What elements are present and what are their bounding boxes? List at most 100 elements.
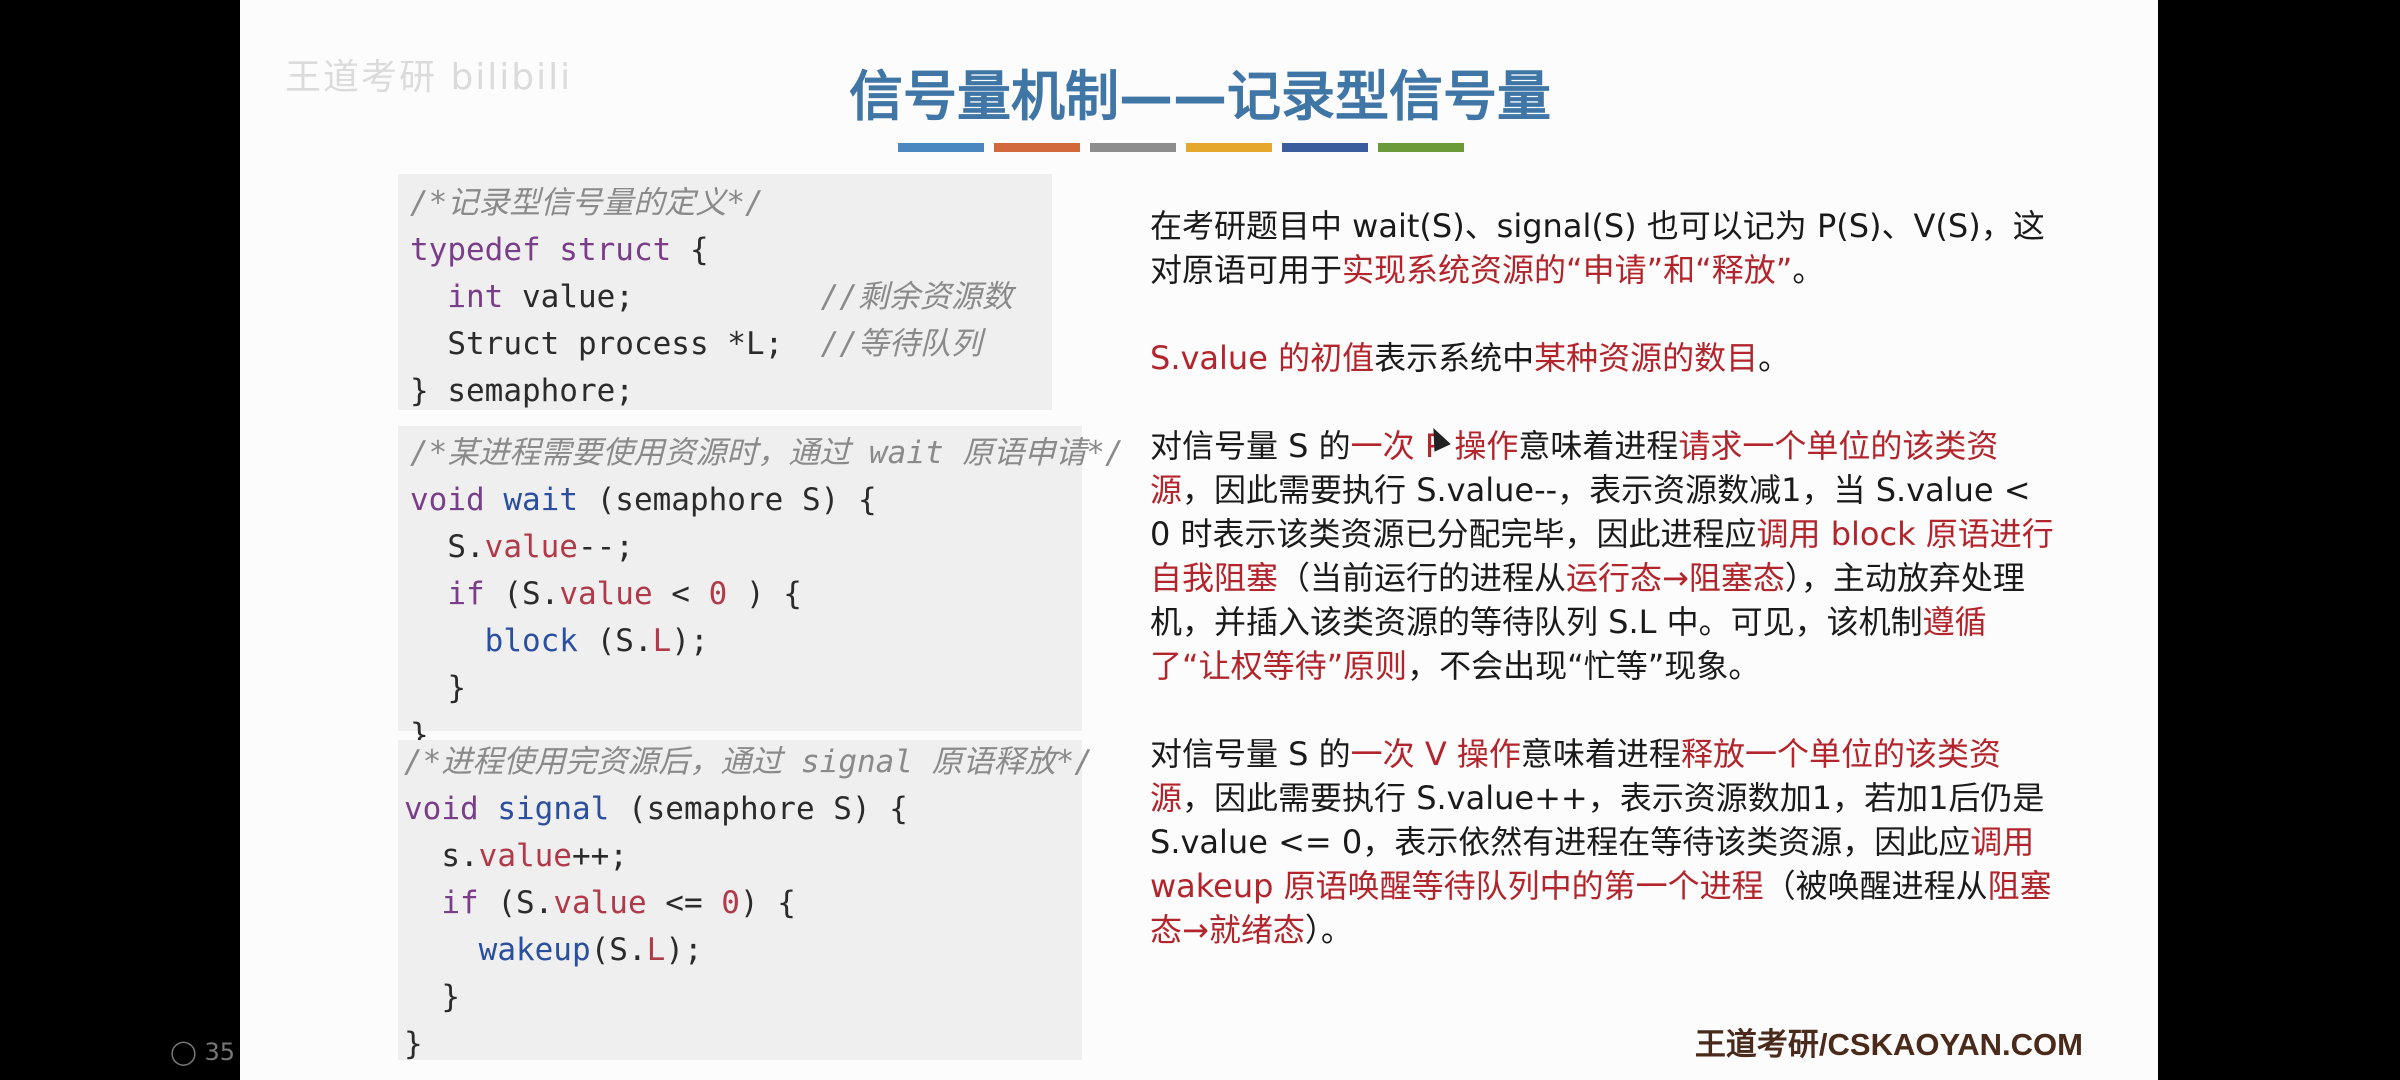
slide: 王道考研 bilibili 信号量机制——记录型信号量 /*记录型信号量的定义*…: [240, 0, 2158, 1080]
code-token: value: [484, 529, 578, 565]
code-token: }: [404, 979, 460, 1015]
explanation-paragraph: 在考研题目中 wait(S)、signal(S) 也可以记为 P(S)、V(S)…: [1150, 204, 2060, 292]
code-token: if: [447, 576, 485, 612]
code-token: typedef struct: [410, 232, 672, 268]
code-token: /*进程使用完资源后，通过 signal 原语释放*/: [404, 744, 1093, 780]
code-token: L: [646, 932, 666, 968]
code-token: (S.: [590, 932, 647, 968]
code-line: /*某进程需要使用资源时，通过 wait 原语申请*/: [410, 432, 1124, 479]
code-block-definition: /*记录型信号量的定义*/ typedef struct { int value;…: [398, 174, 1052, 410]
title-color-bar: [898, 143, 1464, 152]
highlight-text: 某种资源的数目: [1534, 339, 1759, 377]
code-line: int value; //剩余资源数: [410, 274, 1052, 321]
code-token: value: [478, 838, 572, 874]
code-token: ++;: [571, 838, 628, 874]
code-token: --;: [577, 529, 634, 565]
highlight-text: 实现系统资源的“申请”和“释放”: [1342, 251, 1793, 289]
body-text: 。: [1758, 339, 1791, 377]
code-token: } semaphore;: [410, 373, 634, 409]
code-token: (S.: [478, 885, 554, 921]
code-token: Struct process *L;: [410, 326, 821, 362]
body-text: 对信号量 S 的: [1150, 427, 1351, 465]
code-token: //剩余资源数: [820, 279, 1013, 315]
code-line: }: [404, 975, 1082, 1022]
code-token: 0: [721, 885, 740, 921]
code-token: value: [559, 576, 653, 612]
title-bar-segment: [1186, 143, 1272, 152]
title-bar-segment: [1090, 143, 1176, 152]
explanation-paragraph: 对信号量 S 的一次 P 操作意味着进程请求一个单位的该类资源，因此需要执行 S…: [1150, 424, 2060, 688]
code-token: (semaphore S) {: [577, 482, 877, 518]
code-token: /*记录型信号量的定义*/: [410, 185, 764, 221]
body-text: 表示系统中: [1374, 339, 1535, 377]
title-bar-segment: [1282, 143, 1368, 152]
explanation-text: 在考研题目中 wait(S)、signal(S) 也可以记为 P(S)、V(S)…: [1150, 204, 2060, 996]
code-token: void: [410, 482, 485, 518]
title-bar-segment: [898, 143, 984, 152]
code-token: (S.: [577, 623, 653, 659]
code-token: ) {: [739, 885, 796, 921]
viewer-count: ◯ 35: [170, 1038, 235, 1066]
code-token: int: [447, 279, 504, 315]
code-line: if (S.value < 0 ) {: [410, 573, 1082, 620]
slide-title: 信号量机制——记录型信号量: [849, 65, 1551, 128]
code-token: value;: [503, 279, 821, 315]
code-line: }: [404, 1022, 1082, 1069]
viewer-count-value: 35: [204, 1038, 236, 1066]
code-block-signal: /*进程使用完资源后，通过 signal 原语释放*/ void signal (…: [398, 740, 1093, 1062]
highlight-text: 一次 V 操作: [1350, 735, 1521, 773]
highlight-text: 运行态→阻塞态: [1566, 559, 1785, 597]
code-line: /*记录型信号量的定义*/: [410, 180, 1052, 227]
title-bar-segment: [994, 143, 1080, 152]
code-line: if (S.value <= 0) {: [404, 881, 1082, 928]
code-token: wakeup: [478, 932, 591, 968]
code-token: );: [671, 623, 709, 659]
code-line: }: [410, 667, 1082, 714]
code-token: //等待队列: [820, 326, 982, 362]
code-line: block (S.L);: [410, 620, 1082, 667]
code-token: S.: [410, 529, 485, 565]
body-text: （当前运行的进程从: [1278, 559, 1567, 597]
code-line: wakeup(S.L);: [404, 928, 1082, 975]
code-token: wait: [503, 482, 578, 518]
code-token: void: [404, 791, 479, 827]
code-token: block: [484, 623, 578, 659]
code-token: <: [652, 576, 709, 612]
viewer-icon: ◯: [170, 1038, 197, 1066]
code-token: (S.: [484, 576, 560, 612]
explanation-paragraph: 对信号量 S 的一次 V 操作意味着进程释放一个单位的该类资源，因此需要执行 S…: [1150, 732, 2060, 952]
code-line: void wait (semaphore S) {: [410, 479, 1082, 526]
code-token: /*某进程需要使用资源时，通过 wait 原语申请*/: [410, 435, 1124, 471]
explanation-paragraph: S.value 的初值表示系统中某种资源的数目。: [1150, 336, 2060, 380]
code-token: );: [665, 932, 703, 968]
code-line: Struct process *L; //等待队列: [410, 321, 1052, 368]
code-line: /*进程使用完资源后，通过 signal 原语释放*/: [404, 740, 1093, 787]
code-token: <=: [646, 885, 722, 921]
code-token: (semaphore S) {: [609, 791, 908, 827]
body-text: （被唤醒进程从: [1763, 867, 1988, 905]
code-token: 0: [708, 576, 728, 612]
code-token: ) {: [727, 576, 802, 612]
code-token: L: [652, 623, 672, 659]
body-text: 对信号量 S 的: [1150, 735, 1351, 773]
body-text: 意味着进程: [1520, 735, 1681, 773]
code-line: } semaphore;: [410, 368, 1052, 415]
code-line: void signal (semaphore S) {: [404, 787, 1082, 834]
code-token: if: [441, 885, 479, 921]
body-text: ，不会出现“忙等”现象。: [1407, 647, 1761, 685]
code-token: {: [671, 232, 709, 268]
body-text: ）。: [1304, 911, 1353, 949]
body-text: ，因此需要执行 S.value++，表示资源数加1，若加1后仍是 S.value…: [1150, 779, 2045, 861]
code-token: signal: [497, 791, 610, 827]
body-text: 意味着进程: [1518, 427, 1679, 465]
code-line: typedef struct {: [410, 227, 1052, 274]
code-token: value: [553, 885, 647, 921]
footer-brand: 王道考研/CSKAOYAN.COM: [1694, 1027, 2083, 1062]
